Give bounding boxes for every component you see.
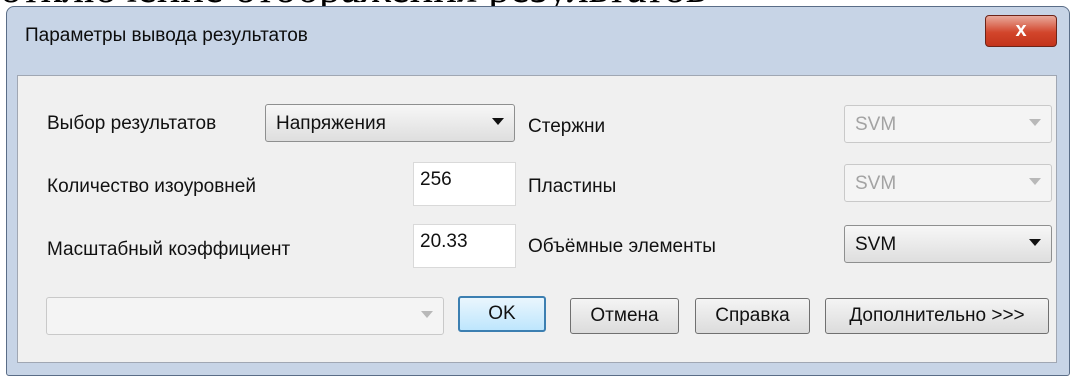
close-button[interactable]: x: [985, 15, 1057, 47]
rods-select[interactable]: SVM: [844, 105, 1052, 143]
plates-value: SVM: [855, 173, 897, 194]
isolevels-input[interactable]: 256: [413, 162, 516, 206]
volume-elements-select[interactable]: SVM: [844, 225, 1052, 263]
chevron-down-icon: [421, 311, 433, 318]
plates-label: Пластины: [528, 176, 617, 197]
dialog-client-area: Выбор результатов Напряжения Стержни SVM…: [17, 75, 1057, 363]
empty-select[interactable]: [46, 297, 444, 335]
volume-elements-label: Объёмные элементы: [528, 236, 716, 257]
close-icon: x: [1015, 19, 1027, 41]
chevron-down-icon: [1029, 119, 1041, 126]
more-button[interactable]: Дополнительно >>>: [825, 298, 1049, 334]
title-bar[interactable]: Параметры вывода результатов x: [7, 7, 1069, 75]
scale-factor-input[interactable]: 20.33: [413, 224, 516, 268]
rods-value: SVM: [855, 114, 897, 135]
chevron-down-icon: [492, 118, 504, 125]
ok-button[interactable]: OK: [458, 296, 546, 332]
isolevels-label: Количество изоуровней: [47, 176, 256, 197]
dialog-title: Параметры вывода результатов: [25, 25, 308, 46]
scale-factor-label: Масштабный коэффициент: [47, 239, 291, 260]
rods-label: Стержни: [528, 116, 606, 137]
dialog-window: Параметры вывода результатов x Выбор рез…: [6, 6, 1070, 376]
chevron-down-icon: [1029, 239, 1041, 246]
help-button[interactable]: Справка: [695, 298, 810, 334]
chevron-down-icon: [1029, 178, 1041, 185]
result-selection-label: Выбор результатов: [47, 113, 217, 134]
volume-elements-value: SVM: [855, 234, 897, 255]
result-type-select[interactable]: Напряжения: [265, 104, 515, 142]
cancel-button[interactable]: Отмена: [570, 298, 679, 334]
plates-select[interactable]: SVM: [844, 164, 1052, 202]
result-type-value: Напряжения: [276, 113, 386, 134]
